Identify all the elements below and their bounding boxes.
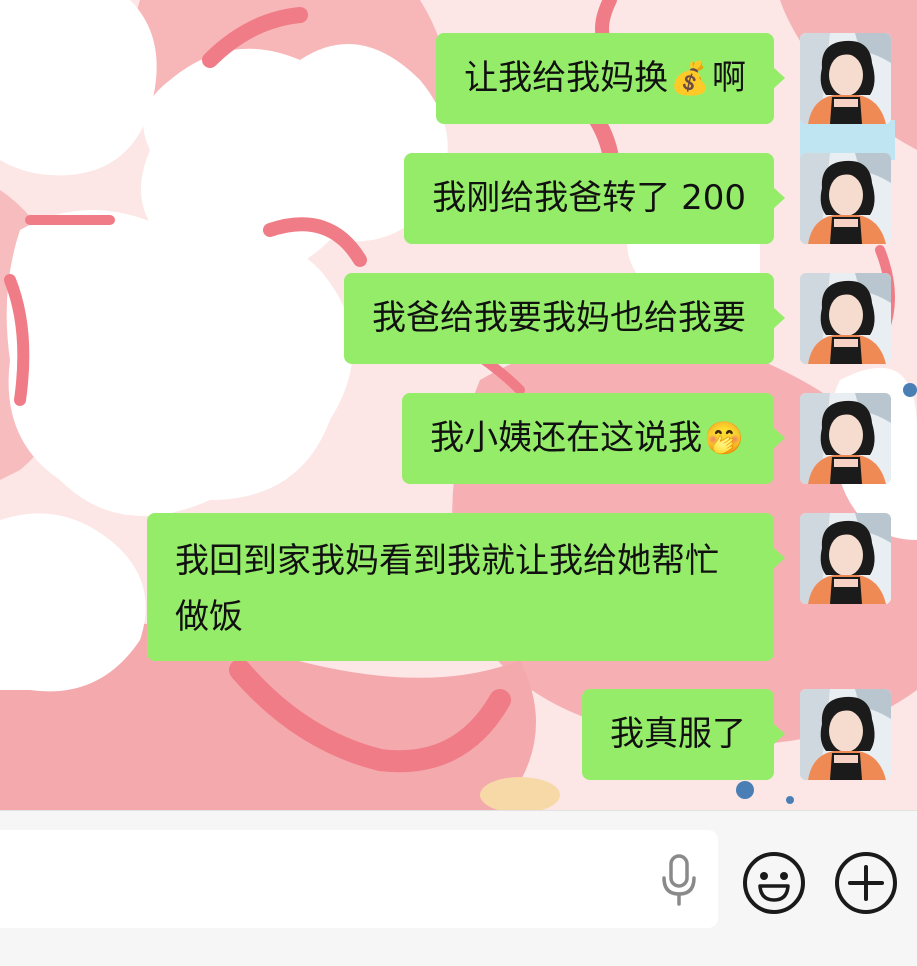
hand-over-mouth-emoji-icon: 🤭	[704, 419, 744, 457]
avatar[interactable]	[800, 513, 891, 604]
message-text: 我回到家我妈看到我就让我给她帮忙做饭	[175, 541, 719, 637]
avatar-portrait-image	[800, 153, 891, 244]
avatar[interactable]	[800, 689, 891, 780]
avatar[interactable]	[800, 273, 891, 364]
avatar[interactable]	[800, 33, 891, 124]
avatar-portrait-image	[800, 689, 891, 780]
message-bubble[interactable]: 我小姨还在这说我🤭	[402, 393, 785, 484]
message-bubble[interactable]: 我刚给我爸转了 200	[404, 153, 785, 244]
message-text: 我刚给我爸转了 200	[432, 178, 746, 218]
smiley-face-icon[interactable]	[741, 850, 807, 916]
avatar-portrait-image	[800, 393, 891, 484]
avatar-portrait-image	[800, 513, 891, 604]
chat-message-area[interactable]: 让我给我妈换💰啊 我刚给我爸转了 200 我爸给我要我妈也给我要 我小姨还在这说…	[0, 0, 917, 810]
avatar[interactable]	[800, 153, 891, 244]
message-bubble[interactable]: 让我给我妈换💰啊	[436, 33, 785, 124]
message-text: 我小姨还在这说我	[430, 418, 703, 458]
message-text: 我爸给我要我妈也给我要	[372, 298, 746, 338]
message-bubble[interactable]: 我真服了	[582, 689, 785, 780]
message-text-suffix: 啊	[712, 58, 746, 98]
message-input[interactable]	[0, 830, 718, 928]
microphone-icon[interactable]	[655, 854, 703, 906]
avatar-portrait-image	[800, 273, 891, 364]
chat-screen: 让我给我妈换💰啊 我刚给我爸转了 200 我爸给我要我妈也给我要 我小姨还在这说…	[0, 0, 917, 966]
plus-circle-icon[interactable]	[833, 850, 899, 916]
message-text: 让我给我妈换	[464, 58, 669, 98]
money-bag-emoji-icon: 💰	[670, 59, 710, 97]
avatar-portrait-image	[800, 33, 891, 124]
message-text: 我真服了	[610, 714, 746, 754]
avatar[interactable]	[800, 393, 891, 484]
message-input-bar	[0, 810, 917, 966]
message-bubble[interactable]: 我爸给我要我妈也给我要	[344, 273, 785, 364]
message-bubble[interactable]: 我回到家我妈看到我就让我给她帮忙做饭	[147, 513, 785, 661]
